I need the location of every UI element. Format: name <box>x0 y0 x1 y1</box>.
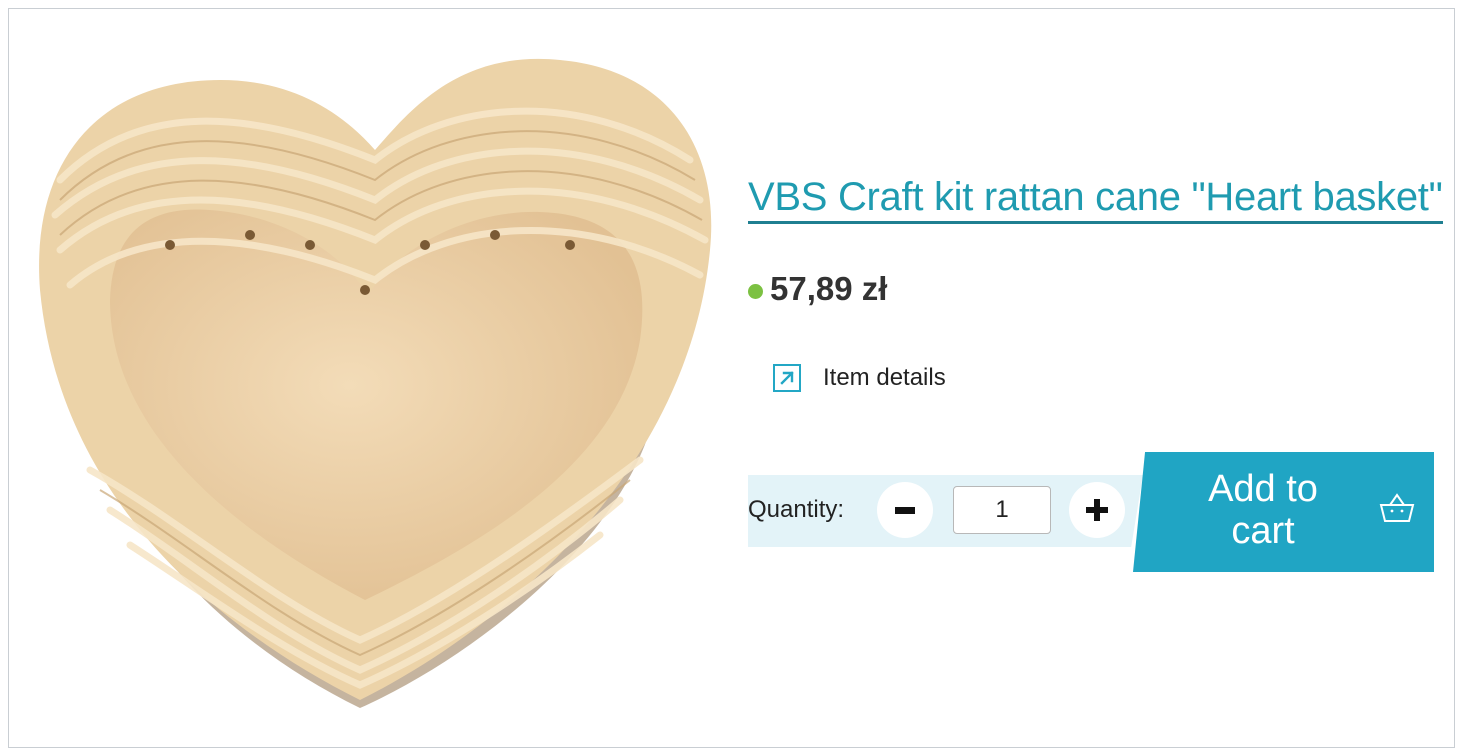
quantity-label: Quantity: <box>748 496 845 523</box>
external-link-icon <box>773 364 801 392</box>
price-row: 57,89 zł <box>748 270 887 308</box>
product-title-link[interactable]: VBS Craft kit rattan cane "Heart basket" <box>748 173 1443 224</box>
plus-icon <box>1086 499 1108 521</box>
quantity-input[interactable] <box>953 486 1051 534</box>
quantity-increment-button[interactable] <box>1069 482 1125 538</box>
product-image[interactable] <box>20 40 730 720</box>
add-to-cart-label: Add to cart <box>1208 468 1318 552</box>
basket-icon <box>1379 493 1415 522</box>
item-details-link[interactable]: Item details <box>773 364 946 392</box>
availability-dot-icon <box>748 283 763 299</box>
minus-icon <box>895 506 915 514</box>
item-details-label: Item details <box>823 364 946 391</box>
quantity-decrement-button[interactable] <box>877 482 933 538</box>
product-price: 57,89 zł <box>770 270 888 307</box>
